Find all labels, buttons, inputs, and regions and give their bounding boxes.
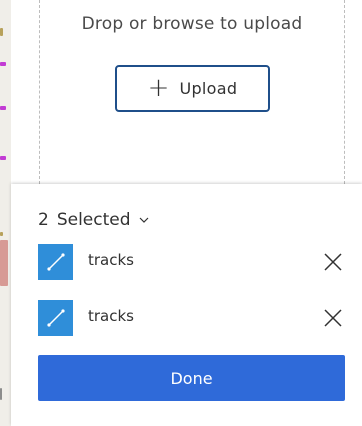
close-icon xyxy=(324,253,342,271)
list-item: tracks xyxy=(38,300,345,336)
selected-count-dropdown[interactable]: 2 Selected xyxy=(38,210,149,230)
plus-icon: + xyxy=(147,72,170,103)
chevron-down-icon xyxy=(139,217,148,223)
upload-button-label: Upload xyxy=(179,79,238,98)
item-name: tracks xyxy=(88,307,134,325)
line-layer-icon xyxy=(38,244,73,280)
upload-dialog: Drop or browse to upload + Upload 2 Sele… xyxy=(0,0,362,426)
remove-item-button[interactable] xyxy=(321,250,345,274)
upload-button[interactable]: + Upload xyxy=(115,65,270,112)
item-name: tracks xyxy=(88,251,134,269)
selected-label: Selected xyxy=(56,210,131,230)
list-item: tracks xyxy=(38,244,345,280)
remove-item-button[interactable] xyxy=(321,306,345,330)
drop-prompt: Drop or browse to upload xyxy=(81,14,303,34)
line-layer-icon xyxy=(38,300,73,336)
map-background xyxy=(0,0,11,426)
selection-panel: 2 Selected tracks tracks Done xyxy=(11,184,362,426)
drop-zone[interactable]: Drop or browse to upload + Upload xyxy=(39,0,345,184)
done-button[interactable]: Done xyxy=(38,355,345,401)
selected-count: 2 xyxy=(38,210,49,230)
close-icon xyxy=(324,309,342,327)
